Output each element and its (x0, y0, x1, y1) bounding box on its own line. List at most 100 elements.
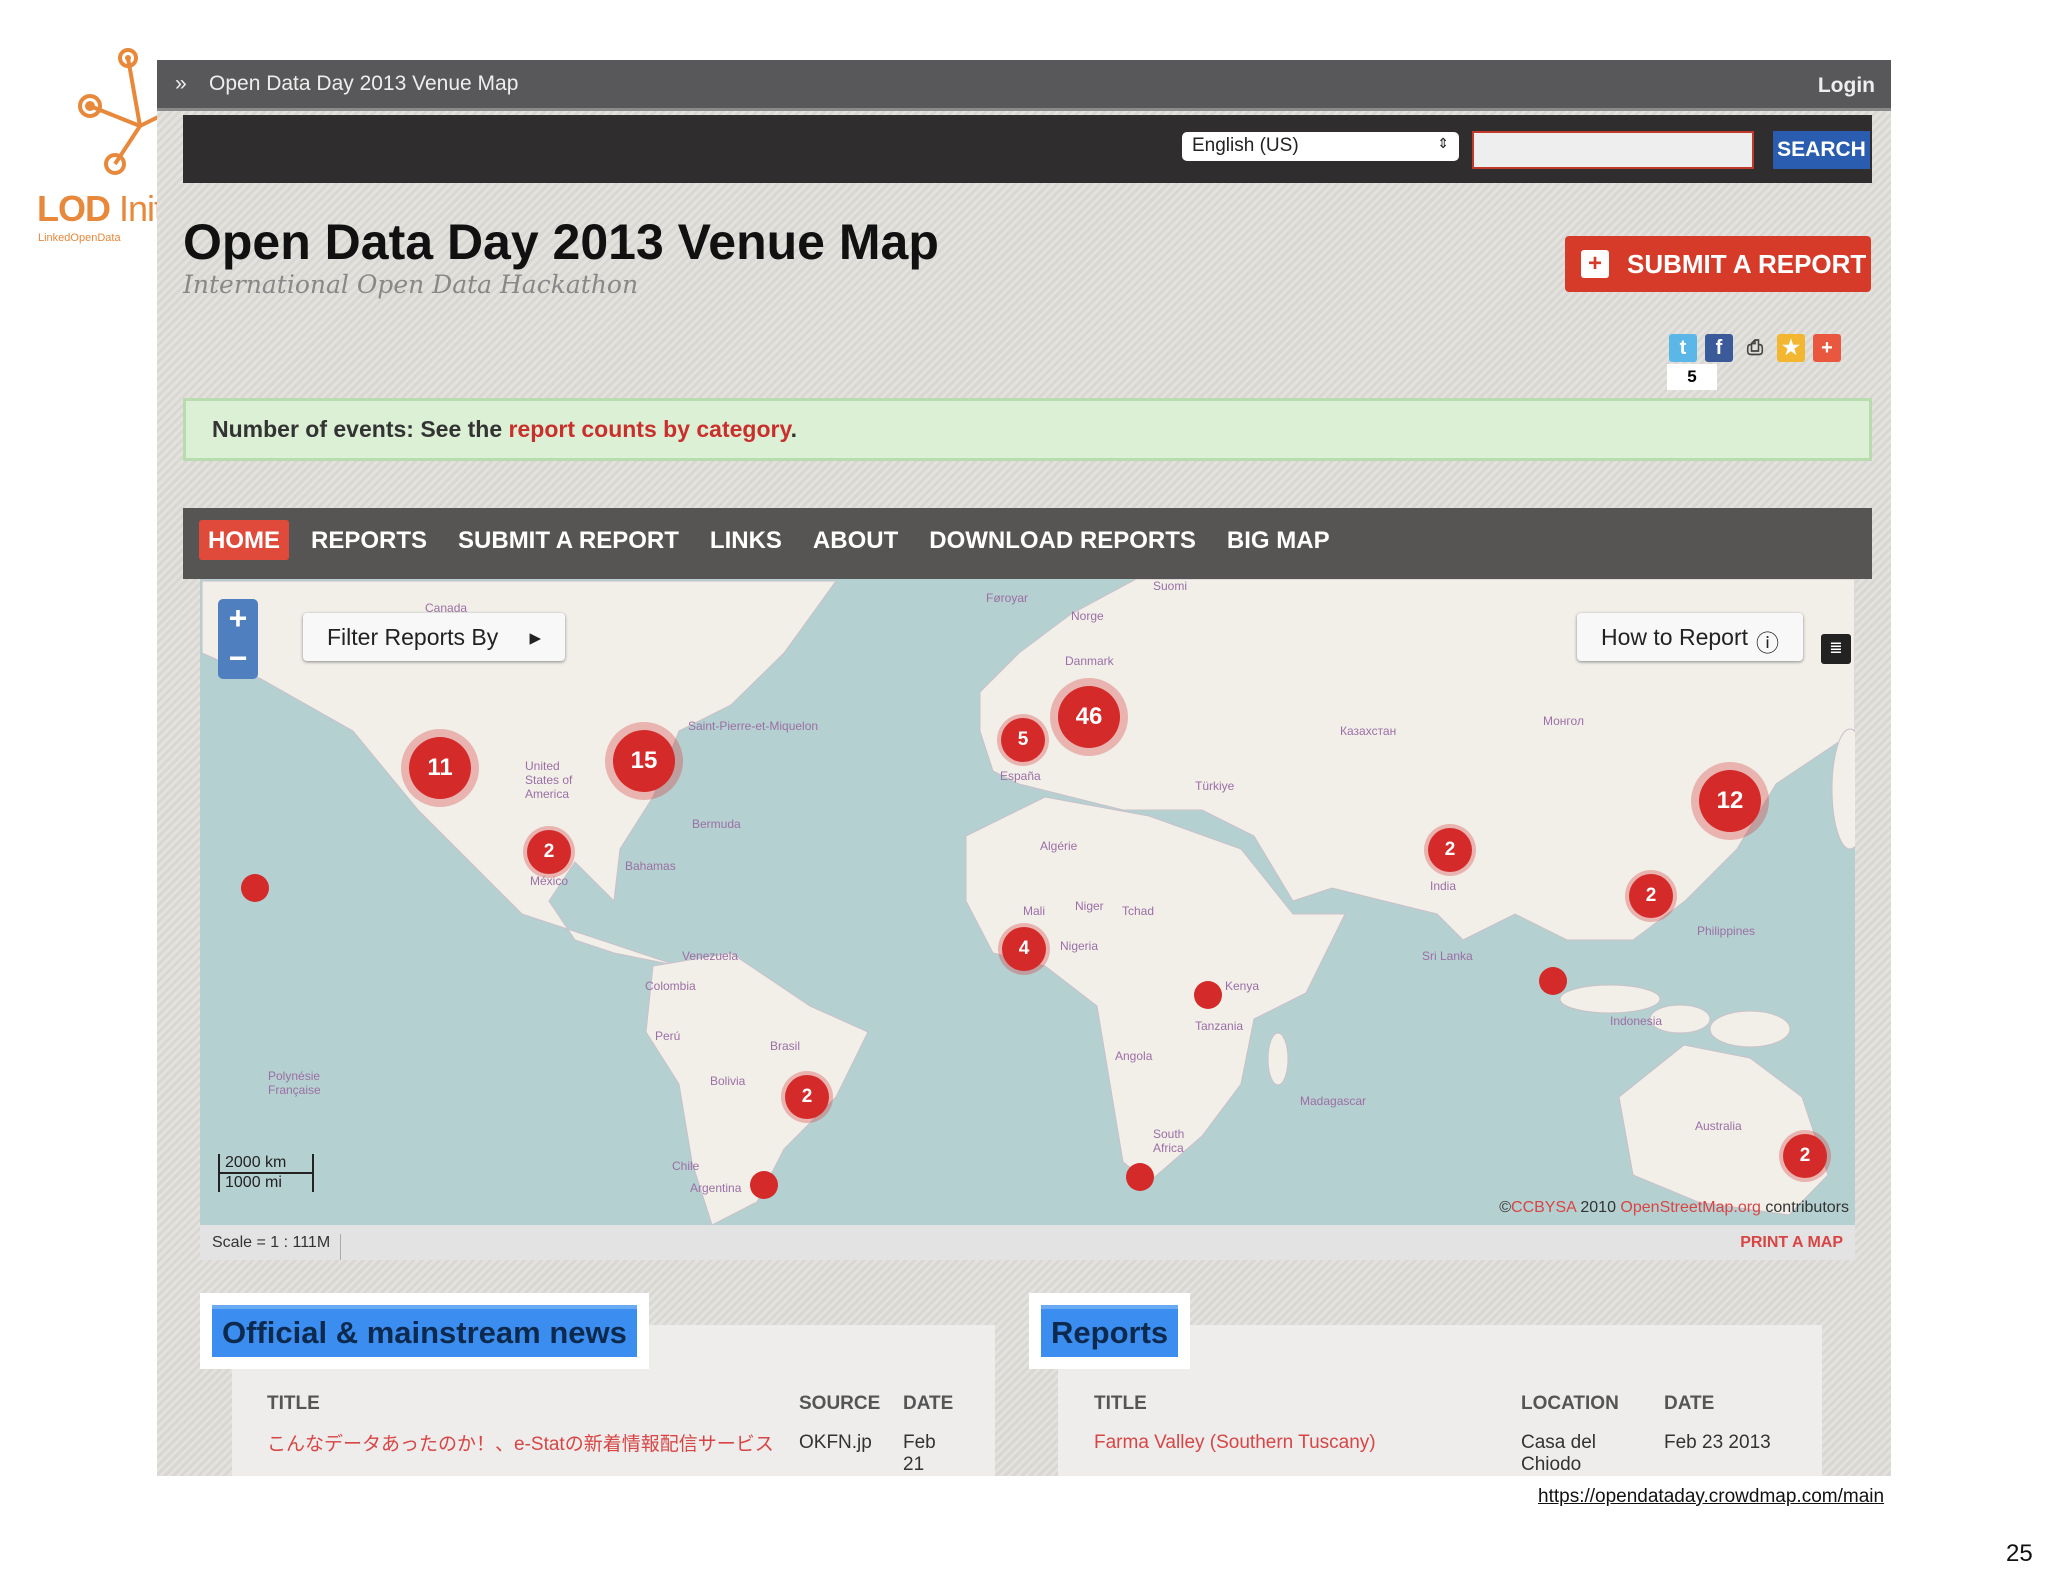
report-location: Casa del Chiodo (1521, 1432, 1596, 1475)
map-attribution: ©CCBYSA 2010 OpenStreetMap.org contribut… (1499, 1199, 1849, 1217)
nav-reports[interactable]: REPORTS (302, 520, 436, 560)
map-scale-line: 2000 km 1000 mi (218, 1154, 314, 1192)
notice-text: Number of events: See the (212, 416, 509, 442)
map-label: Brasil (770, 1039, 801, 1053)
map-label: India (1430, 879, 1457, 893)
map-label: Venezuela (682, 949, 739, 963)
events-notice: Number of events: See the report counts … (183, 398, 1872, 461)
report-marker[interactable] (1194, 981, 1222, 1009)
breadcrumb-chevron-icon: » (175, 72, 187, 95)
favorite-star-icon[interactable]: ★ (1777, 334, 1805, 362)
language-select[interactable]: English (US) ⇕ (1182, 132, 1459, 161)
report-marker[interactable] (1539, 967, 1567, 995)
world-map[interactable]: Canada United States of America México B… (200, 579, 1855, 1225)
column-header: TITLE (267, 1393, 320, 1414)
cluster-marker[interactable]: 5 (1001, 718, 1045, 762)
report-counts-link[interactable]: report counts by category (509, 416, 791, 442)
map-label: Tanzania (1195, 1019, 1244, 1033)
language-value: English (US) (1192, 135, 1299, 156)
search-button[interactable]: SEARCH (1773, 131, 1870, 169)
notice-suffix: . (790, 416, 797, 442)
map-label: United States of America (525, 759, 573, 801)
how-to-report-button[interactable]: How to Report ⓘ (1577, 613, 1803, 661)
zoom-in-button[interactable]: + (218, 599, 258, 639)
map-status-bar: Scale = 1 : 111M PRINT A MAP (200, 1225, 1855, 1260)
browser-page: » Open Data Day 2013 Venue Map Login Eng… (157, 60, 1891, 1476)
attr-year: 2010 (1575, 1199, 1621, 1216)
map-label: Algérie (1040, 839, 1078, 853)
cluster-marker[interactable]: 46 (1058, 686, 1120, 748)
map-label: Norge (1071, 609, 1104, 623)
attr-copy: © (1499, 1199, 1512, 1216)
twitter-icon[interactable]: t (1669, 334, 1697, 362)
cluster-marker[interactable]: 11 (409, 737, 471, 799)
reports-heading-box: Reports (1029, 1293, 1191, 1369)
submit-report-button[interactable]: + SUBMIT A REPORT (1565, 236, 1871, 292)
map-label: Argentina (690, 1181, 742, 1195)
nav-big-map[interactable]: BIG MAP (1218, 520, 1339, 560)
share-count: 5 (1667, 364, 1717, 390)
scale-km: 2000 km (218, 1154, 314, 1174)
column-header: DATE (903, 1393, 954, 1414)
filter-reports-button[interactable]: Filter Reports By ▸ (303, 613, 565, 661)
report-marker[interactable] (750, 1171, 778, 1199)
lod-initiative-logo: LOD Init LinkedOpenData (30, 46, 164, 246)
map-label: Polynésie Française (268, 1069, 321, 1097)
news-title-link[interactable]: こんなデータあったのか！、e-Statの新着情報配信サービス (267, 1432, 777, 1458)
nav-links[interactable]: LINKS (701, 520, 791, 560)
zoom-out-button[interactable]: − (218, 639, 258, 679)
print-map-link[interactable]: PRINT A MAP (1740, 1234, 1843, 1252)
map-label: Australia (1695, 1119, 1742, 1133)
search-input[interactable] (1472, 131, 1754, 169)
cluster-marker[interactable]: 12 (1699, 770, 1761, 832)
scale-mi: 1000 mi (218, 1174, 314, 1192)
news-source: OKFN.jp (799, 1432, 872, 1453)
zoom-control: + − (218, 599, 258, 679)
news-date: Feb 21 (903, 1432, 936, 1475)
column-header: TITLE (1094, 1393, 1147, 1414)
add-share-icon[interactable]: + (1813, 334, 1841, 362)
login-link[interactable]: Login (1818, 74, 1875, 98)
map-label: Colombia (645, 979, 696, 993)
nav-submit-report[interactable]: SUBMIT A REPORT (449, 520, 688, 560)
map-label: Bolivia (710, 1074, 746, 1088)
main-nav: HOME REPORTS SUBMIT A REPORT LINKS ABOUT… (183, 508, 1872, 579)
ccbysa-link[interactable]: CCBYSA (1511, 1199, 1576, 1216)
plus-icon: + (1581, 250, 1609, 278)
facebook-icon[interactable]: f (1705, 334, 1733, 362)
map-label: Nigeria (1060, 939, 1099, 953)
logo-text: LOD Init (37, 188, 164, 229)
map-label: Niger (1075, 899, 1104, 913)
nav-about[interactable]: ABOUT (804, 520, 907, 560)
map-label: Chile (672, 1159, 700, 1173)
nav-download-reports[interactable]: DOWNLOAD REPORTS (920, 520, 1205, 560)
cluster-marker[interactable]: 15 (613, 730, 675, 792)
osm-link[interactable]: OpenStreetMap.org (1620, 1199, 1761, 1216)
map-label: México (530, 874, 569, 888)
cluster-marker[interactable]: 4 (1002, 927, 1046, 971)
map-label: Philippines (1697, 924, 1756, 938)
map-label: Монгол (1543, 714, 1584, 728)
scale-ratio: Scale = 1 : 111M (212, 1234, 342, 1260)
report-marker[interactable] (1126, 1163, 1154, 1191)
report-marker[interactable] (241, 874, 269, 902)
map-label: Angola (1115, 1049, 1153, 1063)
cluster-marker[interactable]: 2 (785, 1075, 829, 1119)
source-url-link[interactable]: https://opendataday.crowdmap.com/main (1538, 1486, 1884, 1508)
map-label: Tchad (1122, 904, 1155, 918)
layers-icon[interactable]: ≣ (1821, 634, 1851, 664)
nav-home[interactable]: HOME (199, 520, 289, 560)
cluster-marker[interactable]: 2 (527, 830, 571, 874)
how-to-label: How to Report (1601, 624, 1749, 650)
cluster-marker[interactable]: 2 (1428, 828, 1472, 872)
share-toolbar: t f ⎙ ★ + (1669, 334, 1841, 362)
submit-report-label: SUBMIT A REPORT (1627, 249, 1867, 279)
logo-subtitle: LinkedOpenData (38, 232, 121, 244)
report-title-link[interactable]: Farma Valley (Southern Tuscany) (1094, 1432, 1376, 1454)
site-title-link[interactable]: Open Data Day 2013 Venue Map (209, 72, 518, 96)
print-icon[interactable]: ⎙ (1741, 334, 1769, 362)
map-label: Bahamas (625, 859, 676, 873)
cluster-marker[interactable]: 2 (1629, 874, 1673, 918)
cluster-marker[interactable]: 2 (1783, 1134, 1827, 1178)
network-logo-icon (78, 48, 161, 175)
